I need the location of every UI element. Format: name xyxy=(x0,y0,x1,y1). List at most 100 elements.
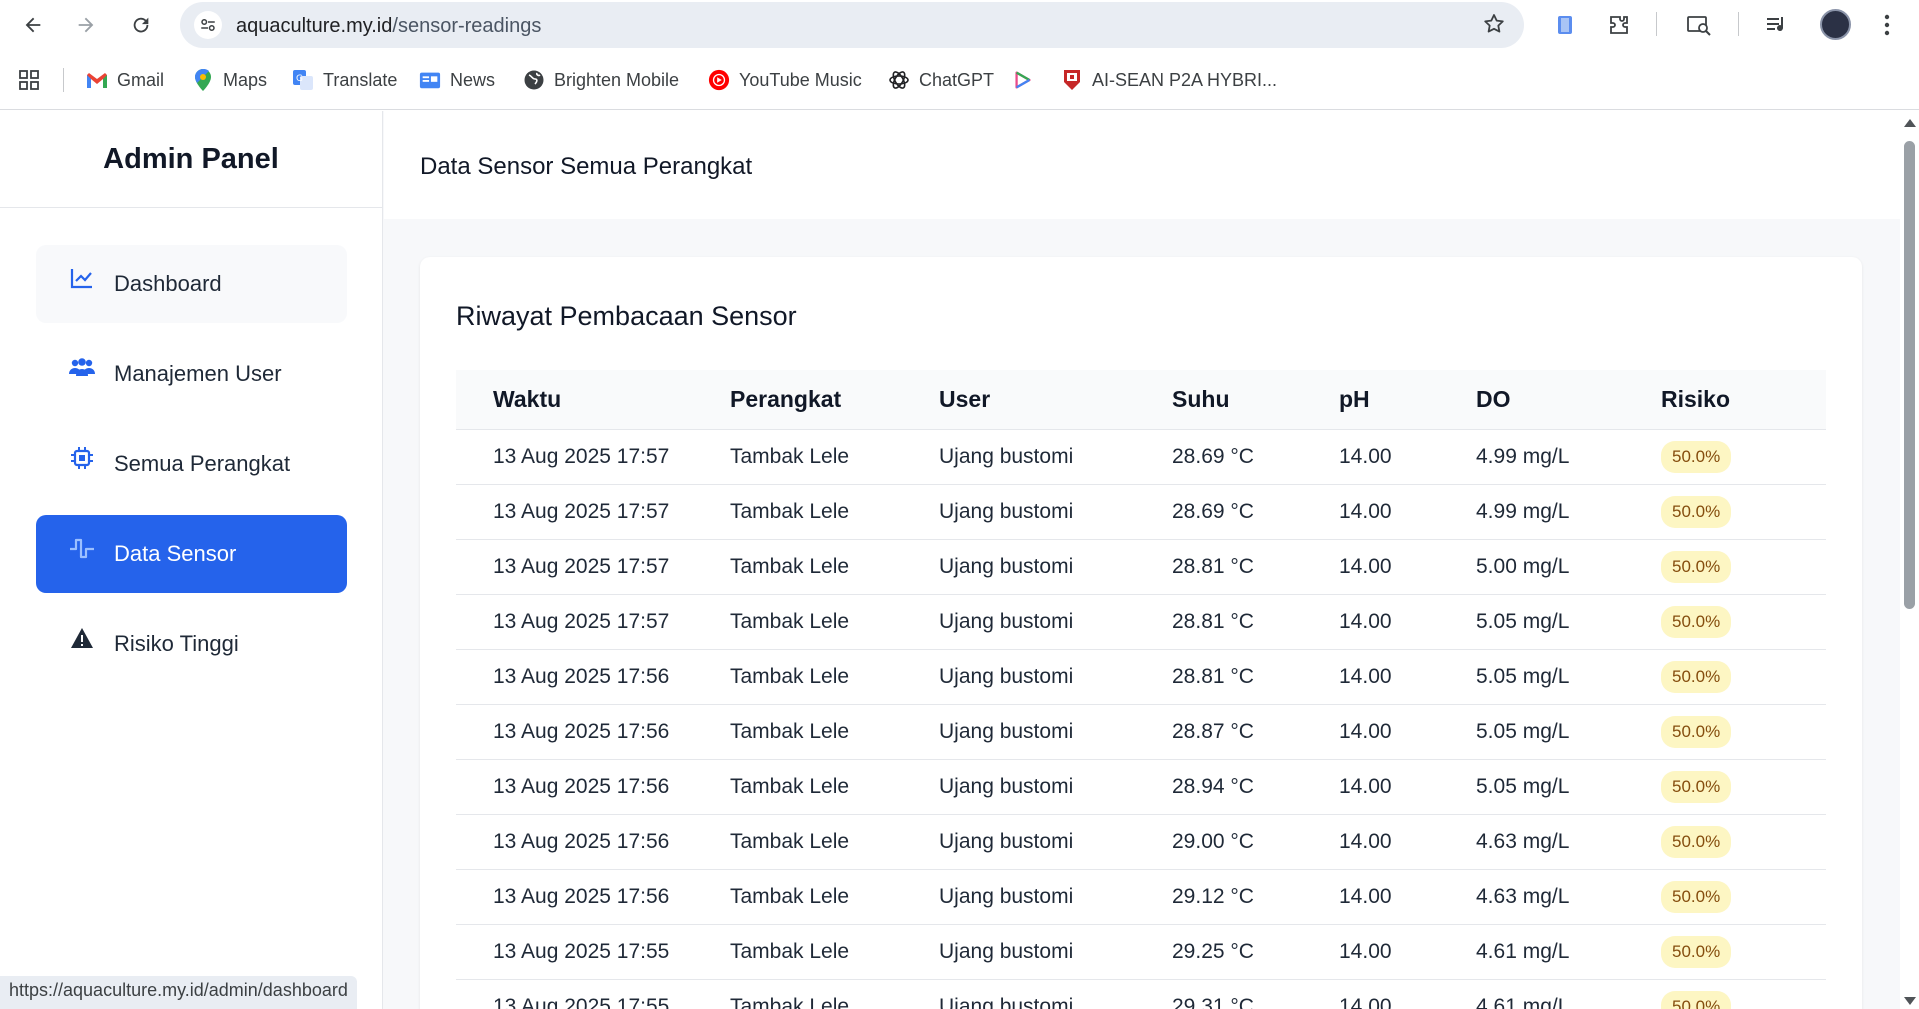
cell-do: 5.05 mg/L xyxy=(1476,594,1661,650)
status-bar-url: https://aquaculture.my.id/admin/dashboar… xyxy=(0,976,357,1009)
cell-risiko: 50.0% xyxy=(1661,924,1826,980)
cell-perangkat: Tambak Lele xyxy=(730,869,939,925)
cell-suhu: 29.31 °C xyxy=(1172,979,1339,1009)
pulse-icon xyxy=(68,534,96,562)
cell-user: Ujang bustomi xyxy=(939,649,1172,705)
cell-ph: 14.00 xyxy=(1339,539,1476,595)
back-button[interactable] xyxy=(16,8,50,42)
cell-perangkat: Tambak Lele xyxy=(730,924,939,980)
browser-menu-icon[interactable] xyxy=(1872,10,1902,40)
cell-perangkat: Tambak Lele xyxy=(730,594,939,650)
arrow-right-icon xyxy=(78,17,94,33)
sidebar-item-risiko-tinggi[interactable]: Risiko Tinggi xyxy=(36,605,347,683)
bookmark-label: News xyxy=(450,69,496,90)
cell-waktu: 13 Aug 2025 17:56 xyxy=(456,759,730,815)
table-row: 13 Aug 2025 17:57 Tambak Lele Ujang bustom… xyxy=(456,484,1826,540)
reload-button[interactable] xyxy=(124,8,158,42)
cell-ph: 14.00 xyxy=(1339,979,1476,1009)
risk-badge: 50.0% xyxy=(1661,825,1732,858)
sidebar-item-label: Risiko Tinggi xyxy=(114,631,239,656)
cell-ph: 14.00 xyxy=(1339,649,1476,705)
cell-suhu: 28.94 °C xyxy=(1172,759,1339,815)
cell-user: Ujang bustomi xyxy=(939,429,1172,485)
card-title: Riwayat Pembacaan Sensor xyxy=(456,301,797,331)
bookmark-gmail[interactable]: Gmail xyxy=(86,68,164,92)
bookmark-label: ChatGPT xyxy=(919,69,995,90)
risk-badge: 50.0% xyxy=(1661,770,1732,803)
cell-ph: 14.00 xyxy=(1339,814,1476,870)
url-path: /sensor-readings xyxy=(392,15,542,37)
table-row: 13 Aug 2025 17:57 Tambak Lele Ujang bustom… xyxy=(456,594,1826,650)
bookmark-app[interactable] xyxy=(1012,68,1043,92)
bookmark-youtube-music[interactable]: YouTube Music xyxy=(708,68,862,92)
cell-suhu: 28.69 °C xyxy=(1172,484,1339,540)
risk-badge: 50.0% xyxy=(1661,990,1732,1009)
cell-ph: 14.00 xyxy=(1339,704,1476,760)
apps-grid-icon[interactable] xyxy=(18,68,40,92)
sidebar-item-manajemen-user[interactable]: Manajemen User xyxy=(36,335,347,413)
cell-risiko: 50.0% xyxy=(1661,484,1826,540)
bookmark-ai-sean[interactable]: AI-SEAN P2A HYBRI... xyxy=(1061,68,1277,92)
bookmark-chatgpt[interactable]: ChatGPT xyxy=(888,68,994,92)
extensions-icon[interactable] xyxy=(1604,10,1634,40)
risk-badge: 50.0% xyxy=(1661,550,1732,583)
cell-waktu: 13 Aug 2025 17:56 xyxy=(456,869,730,925)
cell-risiko: 50.0% xyxy=(1661,814,1826,870)
bookmark-translate[interactable]: G Translate xyxy=(292,68,397,92)
cell-user: Ujang bustomi xyxy=(939,539,1172,595)
cell-ph: 14.00 xyxy=(1339,429,1476,485)
cell-waktu: 13 Aug 2025 17:57 xyxy=(456,429,730,485)
tab-search-icon[interactable] xyxy=(1550,10,1580,40)
cell-waktu: 13 Aug 2025 17:55 xyxy=(456,924,730,980)
cell-user: Ujang bustomi xyxy=(939,484,1172,540)
table-row: 13 Aug 2025 17:56 Tambak Lele Ujang bustom… xyxy=(456,814,1826,870)
cell-ph: 14.00 xyxy=(1339,924,1476,980)
bookmarks-bar: Gmail Maps G Translate News Brighten Mob… xyxy=(0,50,1919,110)
site-settings-icon[interactable] xyxy=(194,11,222,39)
profile-avatar[interactable] xyxy=(1820,9,1851,40)
sidebar: Admin Panel Dashboard Manajemen User Sem… xyxy=(0,111,383,1009)
bookmark-star-icon[interactable] xyxy=(1482,12,1506,41)
cell-risiko: 50.0% xyxy=(1661,649,1826,705)
cell-suhu: 28.81 °C xyxy=(1172,649,1339,705)
table-row: 13 Aug 2025 17:56 Tambak Lele Ujang bustom… xyxy=(456,759,1826,815)
scroll-down-arrow-icon[interactable] xyxy=(1904,997,1916,1005)
cell-do: 5.05 mg/L xyxy=(1476,759,1661,815)
bookmark-label: Gmail xyxy=(117,69,165,90)
table-row: 13 Aug 2025 17:56 Tambak Lele Ujang bustom… xyxy=(456,869,1826,925)
cell-waktu: 13 Aug 2025 17:56 xyxy=(456,814,730,870)
cell-waktu: 13 Aug 2025 17:56 xyxy=(456,649,730,705)
cell-do: 4.61 mg/L xyxy=(1476,924,1661,980)
media-queue-icon[interactable] xyxy=(1762,10,1792,40)
address-bar[interactable]: aquaculture.my.id/sensor-readings xyxy=(180,2,1524,48)
cell-do: 5.05 mg/L xyxy=(1476,649,1661,705)
cell-perangkat: Tambak Lele xyxy=(730,649,939,705)
scrollbar-thumb[interactable] xyxy=(1904,141,1915,609)
bookmark-news[interactable]: News xyxy=(419,68,495,92)
translate-icon: G xyxy=(292,69,314,91)
sidebar-item-dashboard[interactable]: Dashboard xyxy=(36,245,347,323)
bookmark-maps[interactable]: Maps xyxy=(192,68,267,92)
column-header-do: DO xyxy=(1476,370,1661,430)
cell-do: 4.63 mg/L xyxy=(1476,814,1661,870)
bookmark-brighten-mobile[interactable]: Brighten Mobile xyxy=(523,68,679,92)
page-scrollbar[interactable] xyxy=(1900,111,1919,1009)
cell-user: Ujang bustomi xyxy=(939,979,1172,1009)
news-icon xyxy=(419,69,441,91)
cell-perangkat: Tambak Lele xyxy=(730,539,939,595)
cast-search-icon[interactable] xyxy=(1684,10,1714,40)
risk-badge: 50.0% xyxy=(1661,440,1732,473)
bookmark-label: Translate xyxy=(323,69,398,90)
cell-perangkat: Tambak Lele xyxy=(730,759,939,815)
cell-suhu: 28.69 °C xyxy=(1172,429,1339,485)
scroll-up-arrow-icon[interactable] xyxy=(1904,119,1916,127)
arrow-left-icon xyxy=(25,17,41,33)
warning-icon xyxy=(68,624,96,652)
sidebar-item-semua-perangkat[interactable]: Semua Perangkat xyxy=(36,425,347,503)
bookmark-label: YouTube Music xyxy=(739,69,862,90)
table-row: 13 Aug 2025 17:57 Tambak Lele Ujang bustom… xyxy=(456,539,1826,595)
forward-button[interactable] xyxy=(69,8,103,42)
cell-suhu: 28.87 °C xyxy=(1172,704,1339,760)
gmail-icon xyxy=(86,69,108,91)
sidebar-item-data-sensor[interactable]: Data Sensor xyxy=(36,515,347,593)
